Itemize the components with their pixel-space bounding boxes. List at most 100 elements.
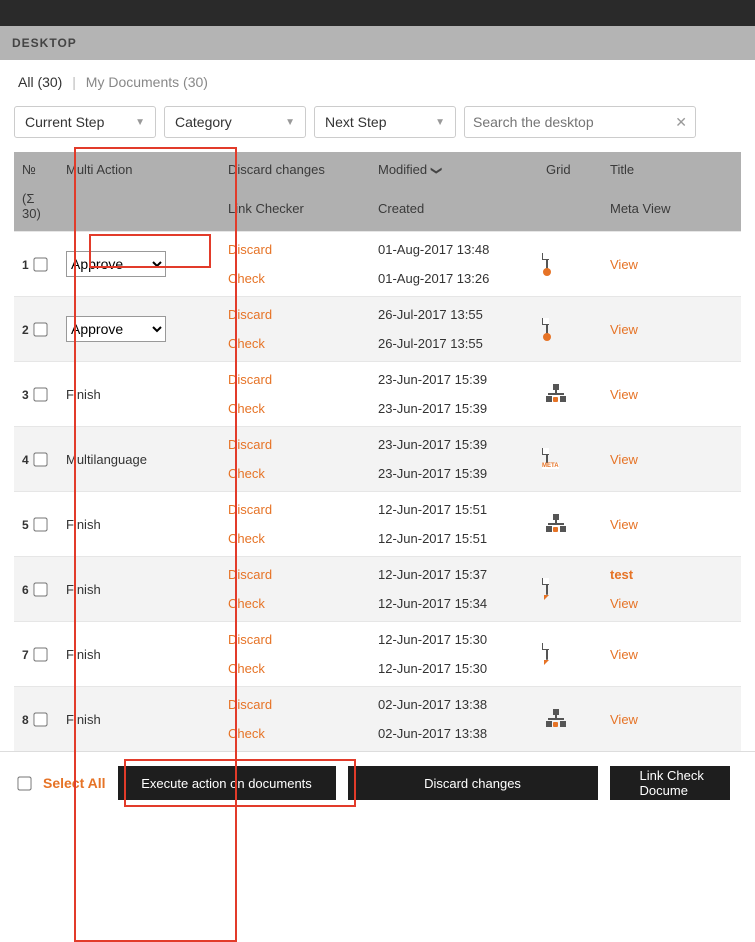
filter-current-step[interactable]: Current Step ▼ [14, 106, 156, 138]
row-checkbox[interactable] [34, 388, 48, 402]
created-date: 23-Jun-2017 15:39 [378, 466, 530, 481]
discard-link[interactable]: Discard [228, 567, 362, 582]
modified-date: 23-Jun-2017 15:39 [378, 437, 530, 452]
sort-desc-icon: ❮ [429, 166, 442, 175]
row-number: 3 [22, 388, 29, 402]
filter-next-step[interactable]: Next Step ▼ [314, 106, 456, 138]
filter-bar: Current Step ▼ Category ▼ Next Step ▼ ✕ [14, 106, 741, 152]
execute-action-button[interactable]: Execute action on documents [118, 766, 336, 800]
created-date: 23-Jun-2017 15:39 [378, 401, 530, 416]
modified-date: 01-Aug-2017 13:48 [378, 242, 530, 257]
check-link[interactable]: Check [228, 336, 362, 351]
header-title[interactable]: Title [602, 152, 741, 191]
document-icon [546, 644, 564, 664]
view-link[interactable]: View [610, 257, 733, 272]
discard-changes-button[interactable]: Discard changes [348, 766, 598, 800]
sitemap-icon [546, 514, 566, 532]
header-number: № (Σ 30) [14, 152, 58, 232]
view-link[interactable]: View [610, 322, 733, 337]
view-link[interactable]: View [610, 452, 733, 467]
multi-action-select[interactable]: Approve [66, 316, 166, 342]
top-bar [0, 0, 755, 26]
sitemap-icon [546, 709, 566, 727]
multi-action-text: Finish [66, 712, 101, 727]
search-input[interactable] [473, 114, 675, 130]
filter-next-step-label: Next Step [325, 114, 386, 130]
select-all-label[interactable]: Select All [43, 775, 106, 791]
row-number: 6 [22, 583, 29, 597]
caret-down-icon: ▼ [435, 117, 445, 128]
discard-link[interactable]: Discard [228, 307, 362, 322]
discard-link[interactable]: Discard [228, 372, 362, 387]
discard-link[interactable]: Discard [228, 437, 362, 452]
header-created[interactable]: Created [370, 191, 538, 231]
clear-search-icon[interactable]: ✕ [675, 114, 687, 131]
check-link[interactable]: Check [228, 726, 362, 741]
check-link[interactable]: Check [228, 531, 362, 546]
check-link[interactable]: Check [228, 661, 362, 676]
document-icon [546, 579, 564, 599]
view-link[interactable]: View [610, 647, 733, 662]
multi-action-text: Finish [66, 582, 101, 597]
row-number: 2 [22, 323, 29, 337]
created-date: 12-Jun-2017 15:51 [378, 531, 530, 546]
created-date: 12-Jun-2017 15:30 [378, 661, 530, 676]
check-link[interactable]: Check [228, 466, 362, 481]
discard-link[interactable]: Discard [228, 697, 362, 712]
row-number: 5 [22, 518, 29, 532]
document-icon [546, 319, 564, 339]
view-link[interactable]: View [610, 517, 733, 532]
row-title-link[interactable]: test [610, 567, 733, 582]
header-discard-changes[interactable]: Discard changes [220, 152, 370, 191]
header-link-checker[interactable]: Link Checker [220, 191, 370, 231]
tab-all[interactable]: All (30) [18, 74, 62, 90]
multi-action-select[interactable]: Approve [66, 251, 166, 277]
row-checkbox[interactable] [34, 713, 48, 727]
header-meta-view[interactable]: Meta View [602, 191, 741, 231]
document-icon [546, 254, 564, 274]
discard-link[interactable]: Discard [228, 242, 362, 257]
check-link[interactable]: Check [228, 596, 362, 611]
table-row: 5 Finish Discard Check 12-Jun-2017 15:51 12-… [14, 492, 741, 557]
table-row: 8 Finish Discard Check 02-Jun-2017 13:38 02-… [14, 687, 741, 752]
table-row: 3 FinishDiscardCheck23-Jun-2017 15:3923-… [14, 362, 741, 427]
modified-date: 02-Jun-2017 13:38 [378, 697, 530, 712]
view-link[interactable]: View [610, 596, 733, 611]
discard-link[interactable]: Discard [228, 632, 362, 647]
row-checkbox[interactable] [34, 648, 48, 662]
check-link[interactable]: Check [228, 271, 362, 286]
desktop-header: DESKTOP [0, 26, 755, 60]
link-check-button[interactable]: Link Check Docume [610, 766, 730, 800]
tab-bar: All (30) | My Documents (30) [14, 60, 741, 106]
row-checkbox[interactable] [34, 323, 48, 337]
documents-table: № (Σ 30) Multi Action Discard changes Mo… [14, 152, 741, 751]
row-number: 1 [22, 258, 29, 272]
row-checkbox[interactable] [34, 453, 48, 467]
multi-action-text: Finish [66, 387, 101, 402]
caret-down-icon: ▼ [135, 117, 145, 128]
row-number: 8 [22, 713, 29, 727]
modified-date: 12-Jun-2017 15:37 [378, 567, 530, 582]
row-checkbox[interactable] [34, 518, 48, 532]
row-checkbox[interactable] [34, 258, 48, 272]
modified-date: 12-Jun-2017 15:51 [378, 502, 530, 517]
filter-category-label: Category [175, 114, 232, 130]
table-row: 1 ApproveDiscardCheck01-Aug-2017 13:4801… [14, 232, 741, 297]
header-grid: Grid [538, 152, 602, 232]
filter-category[interactable]: Category ▼ [164, 106, 306, 138]
header-modified[interactable]: Modified❮ [370, 152, 538, 191]
view-link[interactable]: View [610, 712, 733, 727]
view-link[interactable]: View [610, 387, 733, 402]
created-date: 12-Jun-2017 15:34 [378, 596, 530, 611]
tab-my-documents[interactable]: My Documents (30) [86, 74, 208, 90]
created-date: 26-Jul-2017 13:55 [378, 336, 530, 351]
created-date: 02-Jun-2017 13:38 [378, 726, 530, 741]
row-checkbox[interactable] [34, 583, 48, 597]
discard-link[interactable]: Discard [228, 502, 362, 517]
multi-action-text: Finish [66, 517, 101, 532]
check-link[interactable]: Check [228, 401, 362, 416]
header-multi-action: Multi Action [58, 152, 220, 232]
document-icon: META [546, 449, 564, 469]
footer-bar: Select All Execute action on documents D… [0, 751, 755, 814]
select-all-checkbox[interactable] [17, 776, 31, 790]
